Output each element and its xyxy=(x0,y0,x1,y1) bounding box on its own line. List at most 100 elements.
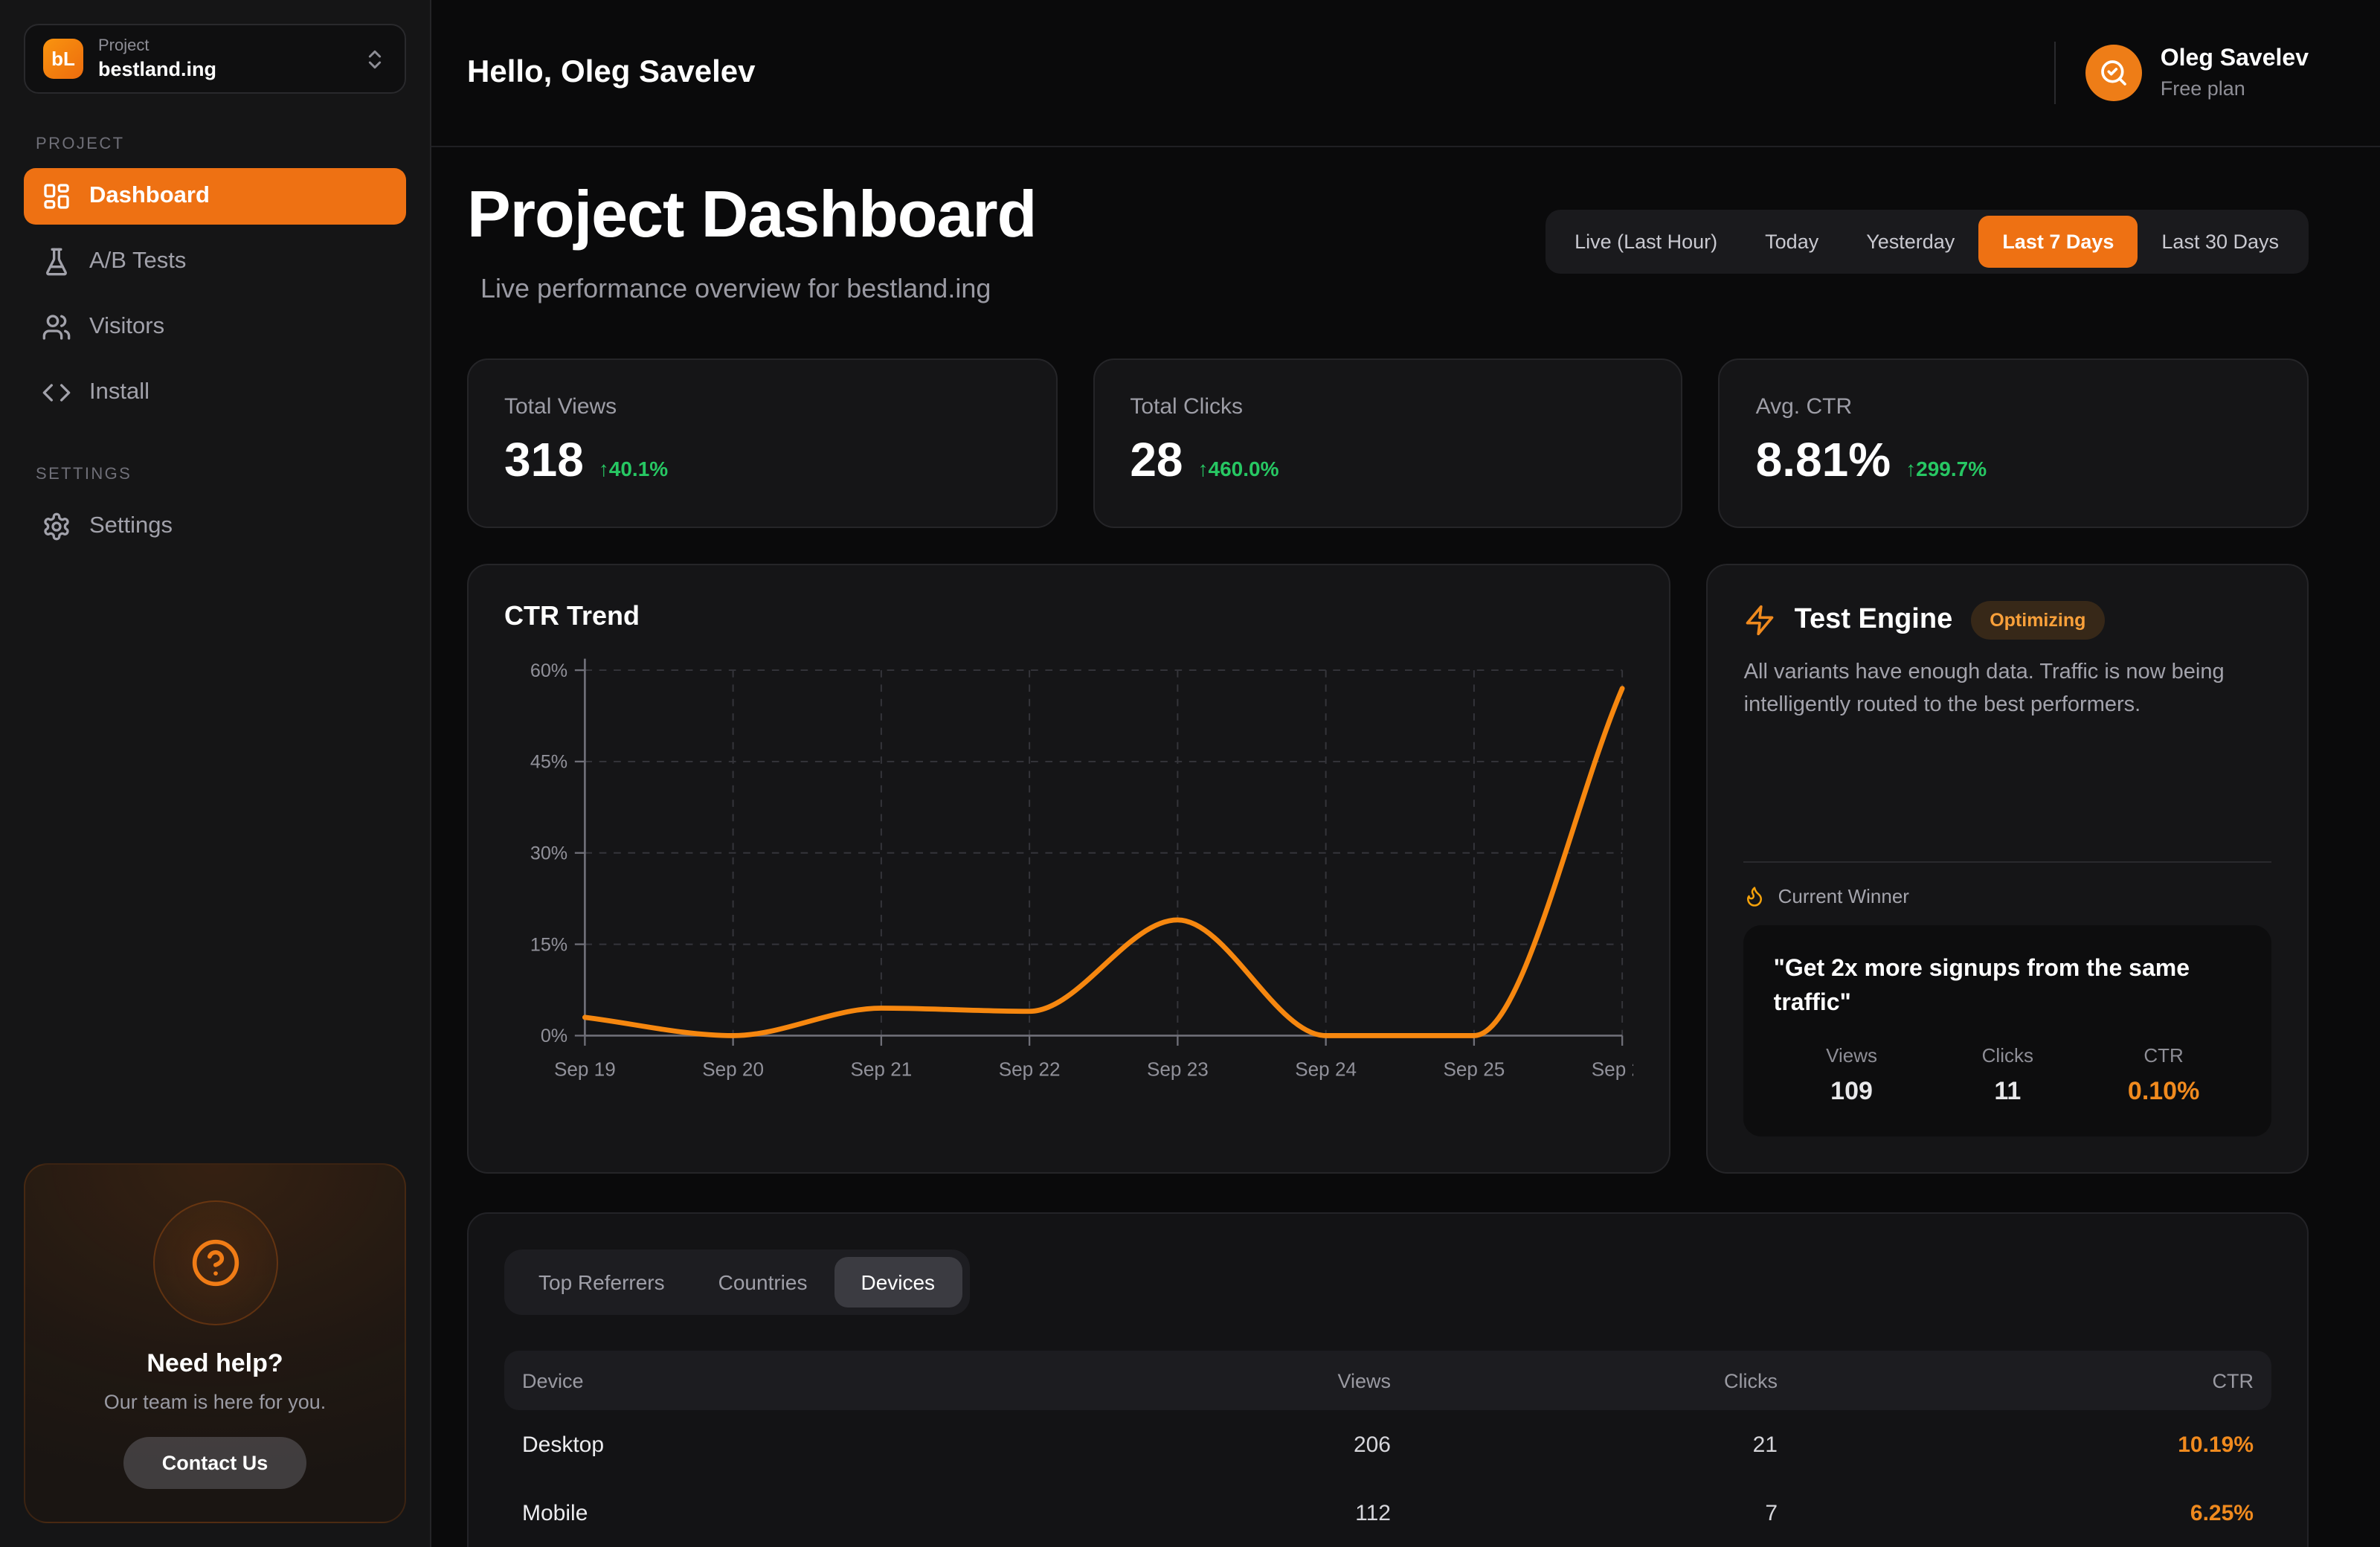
breakdown-card: Top Referrers Countries Devices Device V… xyxy=(467,1212,2309,1547)
stat-value: 28 xyxy=(1130,433,1183,488)
tab-today[interactable]: Today xyxy=(1741,216,1842,268)
winner-stat-value: 11 xyxy=(1929,1077,2085,1107)
help-icon-circle xyxy=(152,1200,277,1325)
brand-logo: bL xyxy=(43,39,83,79)
tab-yesterday[interactable]: Yesterday xyxy=(1842,216,1978,268)
winner-stat-label: Views xyxy=(1774,1044,1930,1067)
stat-card-avg-ctr: Avg. CTR 8.81% ↑299.7% xyxy=(1719,358,2309,528)
ctr-trend-card: CTR Trend 0%15%30%45%60%Sep 19Sep 20Sep … xyxy=(467,564,1671,1174)
x-tick-label: Sep 22 xyxy=(999,1058,1061,1081)
test-engine-card: Test Engine Optimizing All variants have… xyxy=(1707,564,2309,1174)
column-header-device: Device xyxy=(522,1369,1064,1392)
x-tick-label: Sep 23 xyxy=(1147,1058,1209,1081)
project-selector-value: bestland.ing xyxy=(98,58,348,80)
test-engine-description: All variants have enough data. Traffic i… xyxy=(1744,657,2271,722)
chevrons-up-down-icon xyxy=(363,47,387,71)
cell-clicks: 21 xyxy=(1391,1432,1778,1457)
current-winner-label: Current Winner xyxy=(1744,884,2271,907)
user-menu[interactable]: Oleg Savelev Free plan xyxy=(2055,42,2309,104)
page-content: Project Dashboard Live performance overv… xyxy=(431,147,2380,1547)
users-icon xyxy=(42,312,71,342)
sidebar-item-settings[interactable]: Settings xyxy=(24,498,406,555)
avatar xyxy=(2086,45,2143,101)
ctr-trend-chart: 0%15%30%45%60%Sep 19Sep 20Sep 21Sep 22Se… xyxy=(504,650,1634,1107)
winner-stat-views: Views 109 xyxy=(1774,1044,1930,1107)
stat-card-total-clicks: Total Clicks 28 ↑460.0% xyxy=(1093,358,1682,528)
stat-delta: ↑299.7% xyxy=(1905,457,1987,480)
divider xyxy=(1744,861,2271,862)
cell-device: Mobile xyxy=(522,1500,1064,1525)
current-winner-text: Current Winner xyxy=(1778,884,1909,907)
project-selector[interactable]: bL Project bestland.ing xyxy=(24,24,406,94)
cell-views: 206 xyxy=(1064,1432,1391,1457)
zap-icon xyxy=(1744,604,1777,637)
tab-last-7-days[interactable]: Last 7 Days xyxy=(1978,216,2138,268)
ctr-chart-svg: 0%15%30%45%60%Sep 19Sep 20Sep 21Sep 22Se… xyxy=(504,650,1634,1099)
x-tick-label: Sep 26 xyxy=(1592,1058,1634,1081)
winner-stats: Views 109 Clicks 11 CTR 0.10% xyxy=(1774,1044,2242,1107)
greeting: Hello, Oleg Savelev xyxy=(467,55,756,91)
time-range-tabs: Live (Last Hour) Today Yesterday Last 7 … xyxy=(1545,210,2309,274)
contact-us-button[interactable]: Contact Us xyxy=(123,1437,307,1489)
x-tick-label: Sep 25 xyxy=(1444,1058,1505,1081)
project-selector-meta: Project bestland.ing xyxy=(98,37,348,80)
x-tick-label: Sep 24 xyxy=(1295,1058,1357,1081)
winner-card: "Get 2x more signups from the same traff… xyxy=(1744,924,2271,1136)
sidebar-item-label: A/B Tests xyxy=(89,248,186,275)
stat-label: Total Views xyxy=(504,394,1020,419)
sidebar-item-label: Install xyxy=(89,379,149,406)
stat-delta: ↑40.1% xyxy=(599,457,668,480)
ctr-line-series xyxy=(585,689,1622,1036)
table-row[interactable]: Desktop 206 21 10.19% xyxy=(504,1410,2271,1479)
charts-row: CTR Trend 0%15%30%45%60%Sep 19Sep 20Sep … xyxy=(467,564,2309,1174)
main-area: Hello, Oleg Savelev Oleg Savelev Free pl… xyxy=(431,0,2380,1547)
winner-quote: "Get 2x more signups from the same traff… xyxy=(1774,951,2242,1020)
sidebar: bL Project bestland.ing PROJECT Dashboar… xyxy=(0,0,431,1547)
stats-row: Total Views 318 ↑40.1% Total Clicks 28 ↑… xyxy=(467,358,2309,528)
stat-value: 8.81% xyxy=(1756,433,1891,488)
column-header-views: Views xyxy=(1064,1369,1391,1392)
sidebar-section-project: PROJECT xyxy=(36,135,394,153)
x-tick-label: Sep 21 xyxy=(850,1058,912,1081)
tab-countries[interactable]: Countries xyxy=(692,1257,834,1308)
gear-icon xyxy=(42,512,71,541)
sidebar-item-ab-tests[interactable]: A/B Tests xyxy=(24,234,406,290)
flame-icon xyxy=(1744,884,1766,907)
status-badge: Optimizing xyxy=(1970,601,2105,640)
tab-live-last-hour[interactable]: Live (Last Hour) xyxy=(1551,216,1741,268)
sidebar-item-visitors[interactable]: Visitors xyxy=(24,299,406,356)
winner-stat-clicks: Clicks 11 xyxy=(1929,1044,2085,1107)
sidebar-item-label: Settings xyxy=(89,513,173,540)
cell-ctr: 6.25% xyxy=(1778,1500,2254,1525)
cell-views: 112 xyxy=(1064,1500,1391,1525)
sidebar-section-settings: SETTINGS xyxy=(36,466,394,483)
y-tick-label: 0% xyxy=(541,1026,567,1046)
app-window: bL Project bestland.ing PROJECT Dashboar… xyxy=(0,0,2380,1547)
test-engine-title: Test Engine xyxy=(1795,604,1953,637)
column-header-clicks: Clicks xyxy=(1391,1369,1778,1392)
page-header: Project Dashboard Live performance overv… xyxy=(467,178,2309,305)
winner-stat-label: CTR xyxy=(2085,1044,2242,1067)
winner-stat-label: Clicks xyxy=(1929,1044,2085,1067)
sidebar-item-label: Dashboard xyxy=(89,183,210,210)
circle-question-icon xyxy=(190,1238,240,1288)
tab-devices[interactable]: Devices xyxy=(834,1257,962,1308)
y-tick-label: 15% xyxy=(530,934,567,955)
stat-label: Total Clicks xyxy=(1130,394,1645,419)
sidebar-item-dashboard[interactable]: Dashboard xyxy=(24,168,406,225)
top-bar: Hello, Oleg Savelev Oleg Savelev Free pl… xyxy=(431,0,2380,147)
x-tick-label: Sep 19 xyxy=(554,1058,616,1081)
table-header-row: Device Views Clicks CTR xyxy=(504,1351,2271,1410)
y-tick-label: 60% xyxy=(530,660,567,681)
tab-top-referrers[interactable]: Top Referrers xyxy=(512,1257,692,1308)
chart-title: CTR Trend xyxy=(504,601,1634,632)
winner-stat-value: 109 xyxy=(1774,1077,1930,1107)
y-tick-label: 45% xyxy=(530,752,567,773)
help-title: Need help? xyxy=(52,1349,378,1379)
code-icon xyxy=(42,378,71,408)
sidebar-item-install[interactable]: Install xyxy=(24,364,406,421)
stat-label: Avg. CTR xyxy=(1756,394,2271,419)
column-header-ctr: CTR xyxy=(1778,1369,2254,1392)
tab-last-30-days[interactable]: Last 30 Days xyxy=(2138,216,2303,268)
table-row[interactable]: Mobile 112 7 6.25% xyxy=(504,1479,2271,1547)
